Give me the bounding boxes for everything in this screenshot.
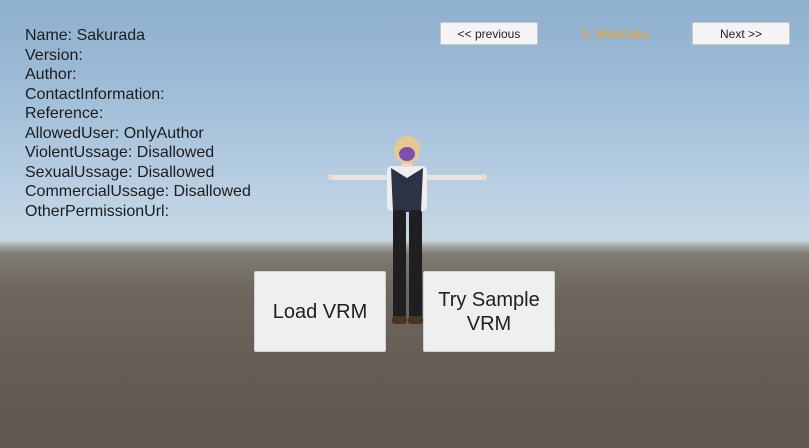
meta-contact: ContactInformation: — [25, 85, 165, 103]
meta-reference: Reference: — [25, 105, 104, 122]
meta-other-permission-url: OtherPermissionUrl: — [25, 202, 170, 220]
try-sample-vrm-button[interactable]: Try Sample VRM — [423, 271, 555, 352]
meta-author: Author: — [25, 66, 77, 83]
next-button[interactable]: Next >> — [692, 22, 790, 45]
avatar-mask — [399, 147, 415, 161]
previous-button[interactable]: << previous — [440, 22, 538, 45]
avatar-left-leg — [393, 210, 406, 318]
avatar-right-leg — [409, 210, 422, 318]
step-indicator: 5. MetaData — [582, 27, 648, 41]
meta-name: Name: Sakurada — [25, 27, 146, 44]
meta-commercial-usage: CommercialUssage: Disallowed — [25, 183, 251, 200]
meta-allowed-user: AllowedUser: OnlyAuthor — [25, 124, 204, 142]
meta-info-panel: Name: Sakurada Version: Author: ContactI… — [25, 26, 345, 221]
meta-sexual-usage: SexualUssage: Disallowed — [25, 163, 215, 181]
load-vrm-label: Load VRM — [272, 300, 368, 323]
meta-version: Version: — [25, 46, 83, 64]
meta-violent-usage: ViolentUssage: Disallowed — [25, 144, 215, 161]
load-vrm-button[interactable]: Load VRM — [254, 271, 386, 352]
try-sample-vrm-label: Try Sample VRM — [438, 288, 540, 335]
